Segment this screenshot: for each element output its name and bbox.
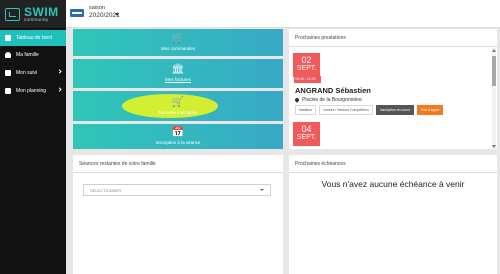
season-label: saison — [89, 5, 105, 11]
sidebar-item-label: Ma famille — [16, 52, 39, 58]
dashboard-icon — [5, 35, 11, 41]
calendar-icon: 📅 — [171, 127, 185, 138]
status-badge: Inscription en cours — [375, 105, 415, 115]
date-month: SEPT. — [296, 134, 317, 141]
sidebar-item-label: Mon suivi — [16, 70, 38, 76]
location: Piscine de la Bourgonnière — [294, 97, 362, 103]
calendar-icon — [5, 88, 11, 94]
location-pin-icon — [294, 97, 300, 103]
scrollbar[interactable] — [492, 48, 496, 149]
tag: Natation — [295, 105, 317, 115]
cart-plus-icon: 🛒 — [171, 96, 185, 108]
chart-icon — [5, 70, 11, 76]
bills-tile[interactable]: 🏛 Mes factures — [73, 59, 283, 88]
chevron-right-icon — [57, 69, 62, 74]
sidebar-item-label: Mon planning — [16, 88, 47, 94]
new-registration-label: Nouvelle inscription — [158, 109, 198, 115]
location-name: Piscine de la Bourgonnière — [302, 97, 362, 103]
scroll-down-icon[interactable] — [492, 145, 496, 148]
panel-title: Prochaines échéances — [289, 155, 497, 173]
logo-text: SWIM community — [24, 6, 59, 23]
time-wrap — [293, 53, 320, 62]
scroll-thumb[interactable] — [492, 56, 496, 86]
family-sessions-panel: Séances restantes de votre famille SÉLEC… — [73, 155, 283, 274]
chevron-right-icon — [57, 87, 62, 92]
date-badge: 04 SEPT. — [293, 122, 320, 146]
sidebar-item-family[interactable]: Ma famille — [0, 46, 66, 64]
panel-title: Séances restantes de votre famille — [73, 155, 283, 173]
cart-icon: 🛒 — [171, 33, 185, 44]
orders-label: Mes commandes — [160, 46, 196, 51]
people-icon — [5, 52, 11, 58]
upcoming-deadlines-panel: Prochaines échéances Vous n'avez aucune … — [289, 155, 497, 274]
sidebar-item-planning[interactable]: Mon planning — [0, 82, 66, 100]
date-month: SEPT. — [296, 65, 317, 72]
upcoming-services-panel: Prochaines prestations 02 SEPT. 19:40 - … — [289, 29, 497, 149]
bank-icon: 🏛 — [171, 64, 185, 75]
empty-message: Vous n'avez aucune échéance à venir — [321, 179, 465, 189]
logo-icon — [5, 7, 20, 21]
top-bar: SWIM community saison 2020/2021 — [0, 0, 500, 28]
select-placeholder: SÉLECTIONNER — [90, 187, 122, 193]
sidebar-item-tracking[interactable]: Mon suivi — [0, 64, 66, 82]
logo-title: SWIM — [24, 4, 59, 19]
bills-label: Mes factures — [165, 77, 191, 82]
sidebar: Tableau de bord Ma famille Mon suivi Mon… — [0, 28, 66, 274]
chevron-down-icon — [260, 189, 264, 191]
session-time: 19:40 - 21:00 — [294, 76, 321, 83]
chevron-down-icon[interactable] — [115, 13, 119, 16]
session-registration-label: Inscription à la séance — [155, 140, 201, 145]
tags: Natation Juniors / Seniors Compétition I… — [295, 105, 444, 115]
family-member-select[interactable]: SÉLECTIONNER — [83, 184, 271, 196]
services-list[interactable]: 02 SEPT. 19:40 - 21:00 ANGRAND Sébastien… — [289, 48, 497, 149]
session-registration-tile[interactable]: 📅 Inscription à la séance — [73, 124, 283, 149]
panel-title: Prochaines prestations — [289, 29, 497, 47]
coach-name: ANGRAND Sébastien — [295, 86, 371, 95]
orders-tile[interactable]: 🛒 Mes commandes — [73, 29, 283, 56]
sidebar-item-dashboard[interactable]: Tableau de bord — [0, 30, 66, 46]
sidebar-item-label: Tableau de bord — [16, 35, 52, 41]
date-day: 04 — [301, 124, 312, 134]
app-logo[interactable]: SWIM community — [0, 0, 66, 28]
attendance-badge: Pas d'appel — [417, 105, 444, 115]
club-logo-icon — [70, 9, 84, 17]
tag: Juniors / Seniors Compétition — [319, 105, 373, 115]
new-registration-tile[interactable]: 🛒 Nouvelle inscription — [73, 91, 283, 121]
scroll-up-icon[interactable] — [492, 49, 496, 52]
